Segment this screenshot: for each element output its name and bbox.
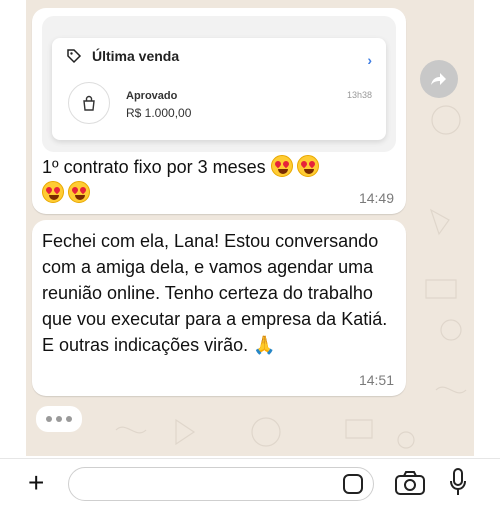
camera-icon[interactable] bbox=[394, 469, 426, 497]
heart-eyes-emoji bbox=[270, 155, 293, 177]
heart-eyes-emoji bbox=[42, 181, 64, 203]
right-margin bbox=[474, 0, 500, 456]
forward-button[interactable] bbox=[420, 60, 458, 98]
card-title: Última venda bbox=[92, 48, 180, 64]
sale-time: 13h38 bbox=[346, 90, 372, 100]
message-input[interactable] bbox=[68, 467, 374, 501]
shopping-bag-icon bbox=[68, 82, 110, 124]
sale-card[interactable]: Última venda › Aprovado R$ 1.000,00 13h3… bbox=[52, 38, 386, 140]
chat-area: Última venda › Aprovado R$ 1.000,00 13h3… bbox=[26, 0, 474, 456]
chevron-right-icon[interactable]: › bbox=[367, 52, 372, 68]
message-composer: + bbox=[0, 458, 500, 507]
message-bubble-2[interactable]: Fechei com ela, Lana! Estou conversando … bbox=[32, 220, 406, 396]
link-preview[interactable]: Última venda › Aprovado R$ 1.000,00 13h3… bbox=[42, 16, 396, 152]
typing-dot bbox=[66, 416, 72, 422]
sale-amount: R$ 1.000,00 bbox=[126, 106, 192, 120]
message-bubble-1[interactable]: Última venda › Aprovado R$ 1.000,00 13h3… bbox=[32, 8, 406, 214]
message-text-2: Fechei com ela, Lana! Estou conversando … bbox=[42, 228, 402, 358]
typing-dot bbox=[56, 416, 62, 422]
tag-icon bbox=[67, 49, 82, 64]
typing-indicator bbox=[36, 406, 82, 432]
forward-icon bbox=[431, 73, 446, 85]
plus-icon[interactable]: + bbox=[28, 467, 44, 499]
heart-eyes-emoji bbox=[296, 155, 319, 177]
sticker-icon[interactable] bbox=[343, 474, 363, 494]
sale-status: Aprovado bbox=[126, 90, 178, 102]
folded-hands-emoji: 🙏 bbox=[253, 335, 276, 355]
microphone-icon[interactable] bbox=[448, 467, 468, 499]
message-time-1: 14:49 bbox=[358, 190, 394, 206]
heart-eyes-emoji bbox=[68, 181, 90, 203]
card-header: Última venda bbox=[66, 48, 179, 64]
message-time-2: 14:51 bbox=[358, 372, 394, 388]
typing-dot bbox=[46, 416, 52, 422]
message-text-1: 1º contrato fixo por 3 meses bbox=[42, 154, 392, 206]
